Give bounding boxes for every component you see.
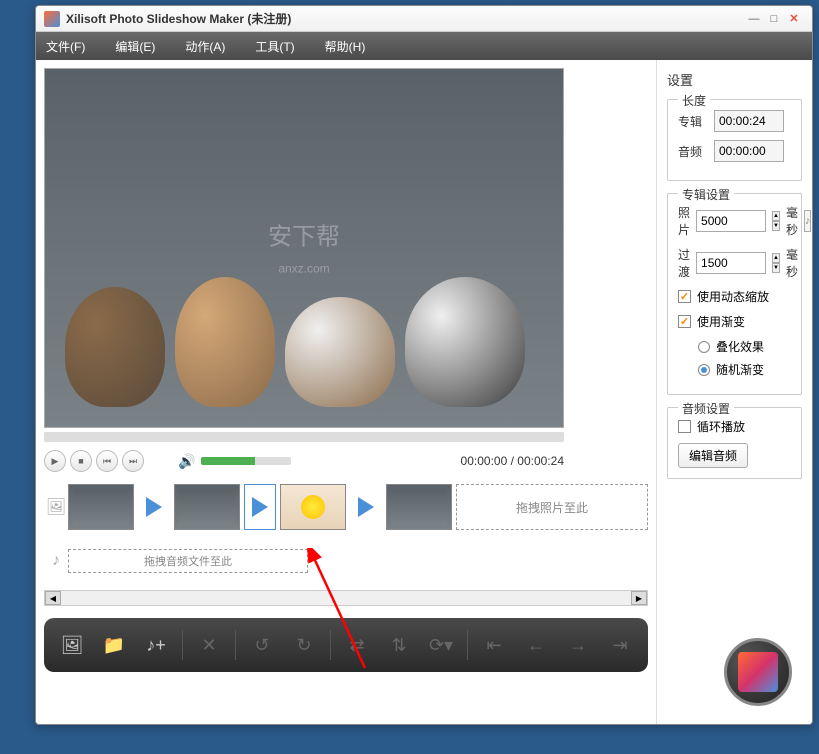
maximize-button[interactable]: □ xyxy=(764,11,784,27)
length-fieldset: 长度 专辑 音频 xyxy=(667,99,802,181)
add-folder-button[interactable]: 📁 xyxy=(98,629,130,661)
use-zoom-checkbox[interactable] xyxy=(678,290,691,303)
transition-duration-unit: 毫秒 xyxy=(786,246,798,280)
flip-h-button[interactable]: ⇄ xyxy=(341,629,373,661)
photo-duration-input[interactable] xyxy=(696,210,766,232)
loop-label: 循环播放 xyxy=(697,418,745,435)
stack-effect-label: 叠化效果 xyxy=(716,338,764,355)
menu-edit[interactable]: 编辑(E) xyxy=(115,38,155,55)
move-first-button[interactable]: ⇤ xyxy=(478,629,510,661)
app-window: Xilisoft Photo Slideshow Maker (未注册) — □… xyxy=(35,5,813,725)
photo-duration-down[interactable]: ▼ xyxy=(772,221,780,231)
photo-duration-unit: 毫秒 xyxy=(786,204,798,238)
stack-effect-radio[interactable] xyxy=(698,341,710,353)
use-transition-label: 使用渐变 xyxy=(697,313,745,330)
window-title: Xilisoft Photo Slideshow Maker (未注册) xyxy=(66,10,744,27)
transition-duration-label: 过渡 xyxy=(678,246,690,280)
move-last-button[interactable]: ⇥ xyxy=(604,629,636,661)
preview-area: 安下帮anxz.com xyxy=(44,68,564,428)
transition-1[interactable] xyxy=(138,484,170,530)
left-panel: 安下帮anxz.com ▶ ■ ⏮ ⏭ 🔊 00:00:00 / 00:00:2… xyxy=(36,60,656,724)
timeline-thumb-3[interactable] xyxy=(280,484,346,530)
timeline-scrollbar[interactable]: ◀ ▶ xyxy=(44,590,648,606)
volume-icon: 🔊 xyxy=(178,453,195,470)
photo-drop-zone[interactable]: 拖拽照片至此 xyxy=(456,484,648,530)
album-length-label: 专辑 xyxy=(678,113,708,130)
volume-slider[interactable] xyxy=(201,457,291,465)
use-zoom-label: 使用动态缩放 xyxy=(697,288,769,305)
menu-help[interactable]: 帮助(H) xyxy=(325,38,366,55)
menu-action[interactable]: 动作(A) xyxy=(185,38,225,55)
settings-title: 设置 xyxy=(667,70,802,89)
timeline-slider[interactable] xyxy=(44,432,564,442)
transition-2[interactable] xyxy=(244,484,276,530)
audio-track-icon: ♪ xyxy=(44,536,68,586)
edit-audio-button[interactable]: 编辑音频 xyxy=(678,443,748,468)
playback-controls: ▶ ■ ⏮ ⏭ 🔊 00:00:00 / 00:00:24 xyxy=(44,450,564,472)
add-photo-button[interactable]: 🖼 xyxy=(56,629,88,661)
audio-length-label: 音频 xyxy=(678,143,708,160)
close-button[interactable]: ✕ xyxy=(784,11,804,27)
audio-length-value xyxy=(714,140,784,162)
audio-drop-zone[interactable]: 拖拽音频文件至此 xyxy=(68,549,308,573)
use-transition-checkbox[interactable] xyxy=(678,315,691,328)
audio-settings-fieldset: 音频设置 循环播放 编辑音频 xyxy=(667,407,802,479)
menu-file[interactable]: 文件(F) xyxy=(46,38,85,55)
menu-tools[interactable]: 工具(T) xyxy=(255,38,294,55)
time-display: 00:00:00 / 00:00:24 xyxy=(461,454,564,468)
transition-duration-down[interactable]: ▼ xyxy=(772,263,780,273)
move-right-button[interactable]: → xyxy=(562,629,594,661)
random-transition-label: 随机渐变 xyxy=(716,361,764,378)
bottom-toolbar: 🖼 📁 ♪+ ✕ ↺ ↻ ⇄ ⇅ ⟳▾ ⇤ ← → ⇥ xyxy=(44,618,648,672)
next-button[interactable]: ⏭ xyxy=(122,450,144,472)
photo-duration-label: 照片 xyxy=(678,204,690,238)
rotate-ccw-button[interactable]: ↺ xyxy=(246,629,278,661)
export-button[interactable] xyxy=(724,638,792,706)
minimize-button[interactable]: — xyxy=(744,11,764,27)
flip-v-button[interactable]: ⇅ xyxy=(383,629,415,661)
length-legend: 长度 xyxy=(678,92,710,109)
album-settings-fieldset: 专辑设置 照片 ▲ ▼ 毫秒 ♪ 过渡 ▲ ▼ xyxy=(667,193,802,395)
transition-duration-input[interactable] xyxy=(696,252,766,274)
stop-button[interactable]: ■ xyxy=(70,450,92,472)
prev-button[interactable]: ⏮ xyxy=(96,450,118,472)
transition-duration-up[interactable]: ▲ xyxy=(772,253,780,263)
settings-panel: 设置 长度 专辑 音频 专辑设置 照片 ▲ xyxy=(656,60,812,724)
watermark: 安下帮anxz.com xyxy=(268,217,340,280)
rotate-cw-button[interactable]: ↻ xyxy=(288,629,320,661)
timeline-area: 🖼 拖拽照片至此 ♪ 拖拽音频文件至此 xyxy=(44,482,648,606)
play-button[interactable]: ▶ xyxy=(44,450,66,472)
audio-settings-legend: 音频设置 xyxy=(678,400,734,417)
timeline-thumb-4[interactable] xyxy=(386,484,452,530)
photo-track-icon: 🖼 xyxy=(44,482,68,532)
preview-image: 安下帮anxz.com xyxy=(45,69,563,427)
album-length-value xyxy=(714,110,784,132)
timeline-thumb-2[interactable] xyxy=(174,484,240,530)
album-settings-legend: 专辑设置 xyxy=(678,186,734,203)
app-icon xyxy=(44,11,60,27)
move-left-button[interactable]: ← xyxy=(520,629,552,661)
menubar: 文件(F) 编辑(E) 动作(A) 工具(T) 帮助(H) xyxy=(36,32,812,60)
music-sync-button[interactable]: ♪ xyxy=(804,210,812,232)
photo-duration-up[interactable]: ▲ xyxy=(772,211,780,221)
delete-button[interactable]: ✕ xyxy=(193,629,225,661)
loop-checkbox[interactable] xyxy=(678,420,691,433)
transition-3[interactable] xyxy=(350,484,382,530)
titlebar: Xilisoft Photo Slideshow Maker (未注册) — □… xyxy=(36,6,812,32)
timeline-thumb-1[interactable] xyxy=(68,484,134,530)
random-transition-radio[interactable] xyxy=(698,364,710,376)
scroll-right-button[interactable]: ▶ xyxy=(631,591,647,605)
refresh-button[interactable]: ⟳▾ xyxy=(425,629,457,661)
scroll-left-button[interactable]: ◀ xyxy=(45,591,61,605)
add-audio-button[interactable]: ♪+ xyxy=(140,629,172,661)
